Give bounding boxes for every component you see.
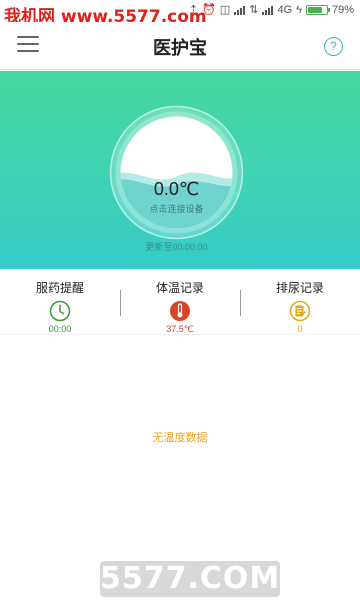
status-icons: ⇡ ⏰ ◫ ⇅ 4G ϟ 79% [188, 3, 354, 17]
tab-value: 0 [297, 324, 303, 334]
tab-value: 37.5℃ [166, 324, 194, 334]
update-time: 更新至00:00:00 [145, 242, 208, 252]
temperature-panel: 0.0℃ 点击连接设备 更新至00:00:00 [0, 71, 360, 269]
charging-icon: ϟ [296, 3, 302, 16]
note-icon [289, 300, 311, 322]
page-title: 医护宝 [153, 38, 207, 58]
battery-icon [305, 4, 330, 15]
tab-urination-record[interactable]: 排尿记录 0 [240, 269, 360, 335]
alarm-clock-icon: ⏰ [202, 4, 216, 16]
bottom-watermark-text: 5577.COM [100, 561, 280, 596]
tab-label: 服药提醒 [35, 281, 84, 295]
help-icon[interactable]: ? [324, 37, 343, 56]
gauge-graphic [109, 105, 244, 240]
tab-medication-reminder[interactable]: 服药提醒 00:00 [0, 269, 120, 335]
feature-tabs: 服药提醒 00:00 体温记录 37.5℃ 排尿记录 0 [0, 269, 360, 335]
status-bar: 我机网 www.5577.com ⇡ ⏰ ◫ ⇅ 4G ϟ 79% [0, 0, 360, 27]
vibrate-icon: ◫ [219, 4, 231, 16]
tab-label: 体温记录 [155, 281, 204, 295]
signal-icon [234, 5, 246, 15]
bottom-watermark: 5577.COM [100, 561, 280, 597]
tab-value: 00:00 [48, 324, 72, 334]
battery-percent: 79% [331, 3, 354, 16]
temperature-value: 0.0℃ [153, 179, 200, 199]
app-header: 医护宝 ? [0, 22, 360, 70]
signal-icon-2 [262, 5, 274, 15]
network-type: 4G [277, 3, 293, 16]
tab-label: 排尿记录 [275, 281, 324, 295]
thermometer-icon [170, 301, 190, 321]
temperature-gauge[interactable]: 0.0℃ 点击连接设备 更新至00:00:00 [108, 104, 245, 252]
connect-device-hint[interactable]: 点击连接设备 [108, 202, 245, 215]
clock-icon [49, 300, 71, 322]
notification-icon: ⇡ [188, 4, 199, 16]
tab-temperature-record[interactable]: 体温记录 37.5℃ [120, 269, 240, 335]
data-transfer-icon: ⇅ [249, 4, 259, 16]
empty-state-message: 无温度数据 [152, 432, 208, 444]
battery-level [307, 6, 323, 13]
